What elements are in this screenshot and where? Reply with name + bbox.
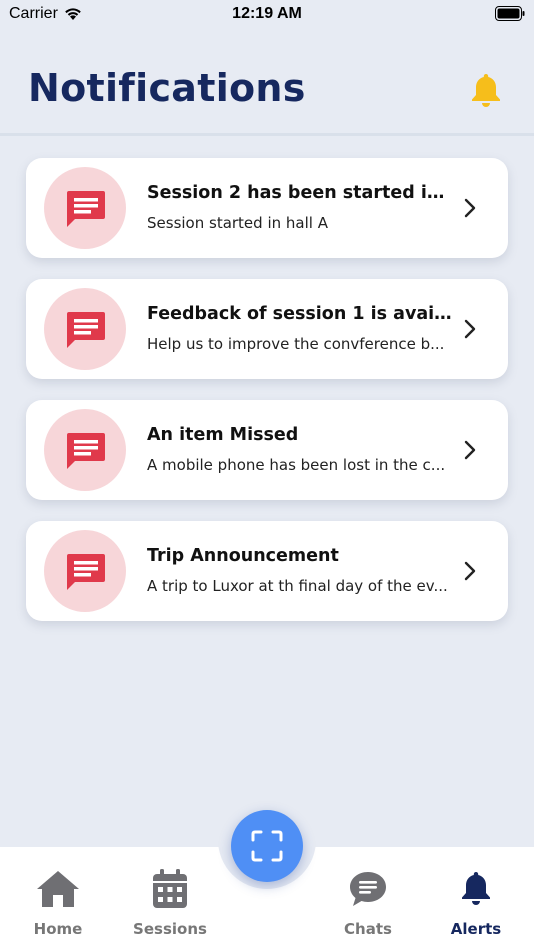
chat-icon [350, 872, 386, 906]
notification-subtitle: A trip to Luxor at th final day of the e… [147, 577, 448, 595]
tab-home[interactable]: Home [8, 868, 108, 938]
chevron-right-icon [464, 561, 476, 581]
battery-icon [495, 6, 525, 21]
notification-avatar [44, 530, 126, 612]
tab-label: Sessions [133, 920, 207, 938]
header: Notifications [0, 30, 534, 136]
notification-title: Feedback of session 1 is availa... [147, 304, 452, 324]
notification-subtitle: A mobile phone has been lost in the c... [147, 456, 446, 474]
status-bar: Carrier 12:19 AM [0, 0, 534, 30]
tab-label: Chats [344, 920, 392, 938]
message-icon [67, 191, 105, 227]
message-icon [67, 433, 105, 469]
notification-title: Trip Announcement [147, 546, 339, 566]
notification-subtitle: Help us to improve the convference b... [147, 335, 445, 353]
notification-avatar [44, 167, 126, 249]
notification-avatar [44, 288, 126, 370]
bell-icon [462, 872, 490, 905]
notification-title: Session 2 has been started in H... [147, 183, 452, 203]
tab-label: Alerts [450, 920, 502, 938]
chevron-right-icon [464, 319, 476, 339]
scan-icon [251, 830, 283, 862]
notification-card[interactable]: An item Missed A mobile phone has been l… [26, 400, 508, 500]
notification-avatar [44, 409, 126, 491]
tab-chats[interactable]: Chats [318, 868, 418, 938]
tab-label: Home [33, 920, 83, 938]
message-icon [67, 312, 105, 348]
page-title: Notifications [28, 66, 306, 110]
home-icon [37, 871, 79, 907]
tab-alerts[interactable]: Alerts [426, 868, 526, 938]
chevron-right-icon [464, 198, 476, 218]
tab-sessions[interactable]: Sessions [120, 868, 220, 938]
notification-card[interactable]: Trip Announcement A trip to Luxor at th … [26, 521, 508, 621]
status-time: 12:19 AM [232, 5, 302, 22]
notification-card[interactable]: Feedback of session 1 is availa... Help … [26, 279, 508, 379]
notification-card[interactable]: Session 2 has been started in H... Sessi… [26, 158, 508, 258]
bell-icon[interactable] [470, 72, 502, 108]
message-icon [67, 554, 105, 590]
chevron-right-icon [464, 440, 476, 460]
notification-subtitle: Session started in hall A [147, 214, 328, 232]
scan-button[interactable] [231, 810, 303, 882]
calendar-icon [153, 869, 187, 908]
notification-title: An item Missed [147, 425, 299, 445]
